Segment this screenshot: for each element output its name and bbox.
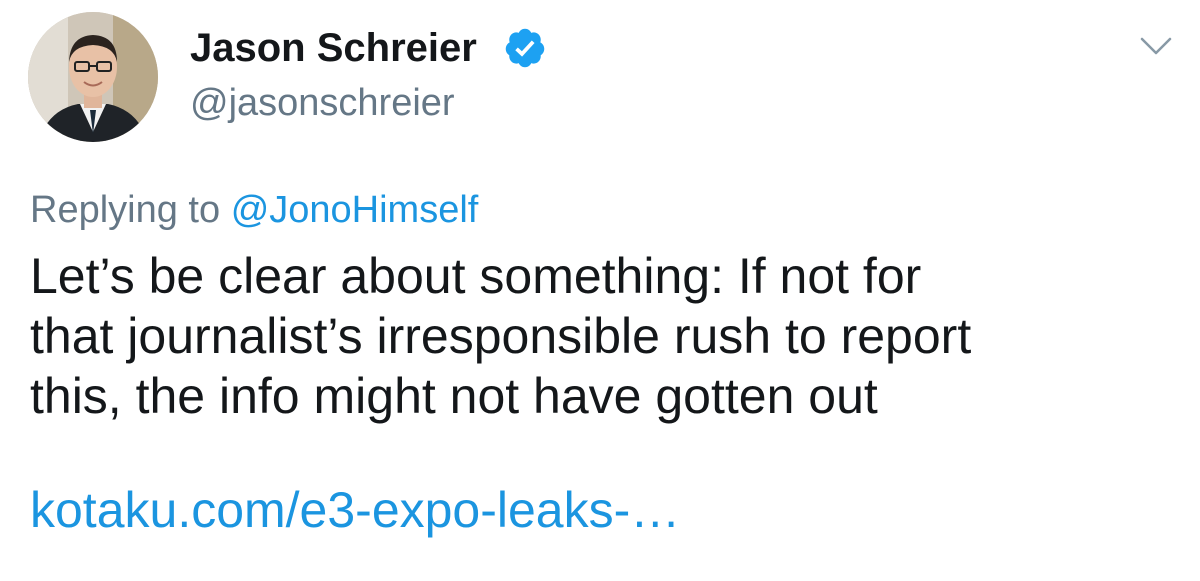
tweet-text-line: that journalist’s irresponsible rush to … xyxy=(30,308,972,364)
replying-to: Replying to @JonoHimself xyxy=(30,186,478,234)
reply-mention-link[interactable]: @JonoHimself xyxy=(231,189,479,231)
tweet-card: Jason Schreier @jasonschreier Replying t… xyxy=(0,0,1200,581)
handle[interactable]: @jasonschreier xyxy=(190,79,455,127)
article-link[interactable]: kotaku.com/e3-expo-leaks-… xyxy=(30,480,680,540)
avatar-photo xyxy=(28,12,158,142)
replying-to-label: Replying to xyxy=(30,189,221,231)
tweet-text-line: Let’s be clear about something: If not f… xyxy=(30,248,922,304)
verified-badge-icon xyxy=(503,26,547,70)
avatar[interactable] xyxy=(28,12,158,142)
tweet-text-line: this, the info might not have gotten out xyxy=(30,368,878,424)
tweet-text: Let’s be clear about something: If not f… xyxy=(30,246,1180,426)
display-name[interactable]: Jason Schreier xyxy=(190,22,477,74)
chevron-down-icon[interactable] xyxy=(1136,26,1176,66)
